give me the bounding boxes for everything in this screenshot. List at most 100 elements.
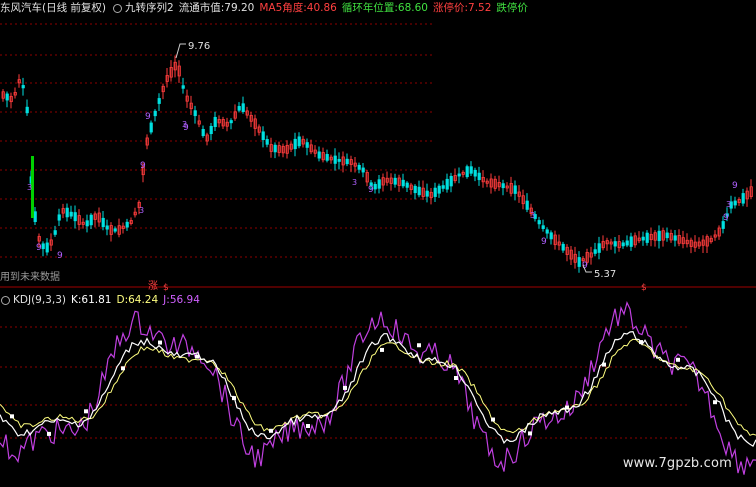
indicator-settings-icon[interactable]: [1, 295, 10, 305]
d-label: D:: [116, 294, 129, 306]
candle-body: [125, 221, 129, 228]
kdj-cross-dot: [491, 417, 495, 422]
d-value: 64.24: [128, 294, 159, 306]
count-label: 3: [530, 211, 535, 220]
low-price-label: 5.37: [594, 269, 616, 280]
kdj-header: KDJ(9,3,3) K: 61.81 D: 64.24 J: 56.94: [0, 292, 205, 308]
candle-body: [641, 236, 645, 241]
candle-body: [645, 232, 649, 243]
kdj-cross-dot: [676, 357, 680, 362]
candle-body: [345, 158, 349, 165]
kdj-cross-dot: [10, 414, 14, 419]
candle-body: [101, 217, 105, 228]
candle-body: [377, 179, 381, 189]
candle-body: [593, 249, 597, 254]
kdj-cross-dot: [121, 366, 125, 371]
candle-body: [437, 185, 441, 194]
candle-body: [317, 151, 321, 159]
chart-canvas[interactable]: 9999999999333333 9.76 5.37 涨 $ $: [0, 0, 756, 487]
count-label: 3: [182, 120, 187, 129]
candle-body: [69, 211, 73, 217]
high-marker-leader: [175, 43, 186, 59]
kdj-lines: [0, 300, 756, 475]
candle-body: [337, 158, 341, 162]
candle-body: [113, 228, 117, 232]
candle-body: [417, 186, 421, 196]
candle-body: [149, 122, 153, 133]
candle-body: [73, 212, 77, 222]
candle-body: [157, 98, 161, 104]
candle-body: [469, 166, 473, 174]
candle-body: [665, 232, 669, 239]
candle-body: [401, 179, 405, 187]
kdj-name[interactable]: KDJ(9,3,3): [13, 292, 66, 308]
candle-body: [237, 106, 241, 111]
candle-body: [465, 166, 469, 178]
candle-body: [265, 139, 269, 145]
candle-body: [473, 169, 477, 177]
candle-body: [673, 235, 677, 241]
candle-body: [613, 241, 617, 247]
candle-body: [741, 193, 745, 204]
candle-body: [357, 164, 361, 170]
candle-body: [25, 106, 29, 114]
candle-body: [5, 93, 9, 101]
nine-turn-label: 9: [140, 161, 146, 171]
candle-body: [513, 185, 517, 194]
candle-body: [561, 243, 565, 251]
candle-body: [537, 220, 541, 225]
count-label: 3: [27, 183, 32, 192]
candle-body: [89, 214, 93, 226]
candle-body: [85, 220, 89, 227]
candle-body: [441, 185, 445, 189]
candle-body: [525, 200, 529, 210]
candle-body: [41, 243, 45, 250]
nine-turn-label: 9: [541, 237, 547, 247]
kdj-cross-dot: [713, 400, 717, 405]
nine-turn-label: 9: [145, 112, 151, 122]
candle-body: [541, 225, 545, 229]
candle-body: [449, 175, 453, 187]
candle-body: [597, 243, 601, 253]
candle-body: [65, 207, 69, 218]
nine-turn-label: 9: [57, 251, 63, 261]
candle-body: [733, 200, 737, 206]
j-value: 56.94: [169, 294, 200, 306]
kdj-cross-dot: [565, 405, 569, 410]
candle-body: [53, 230, 57, 235]
kdj-cross-dot: [528, 431, 532, 436]
candle-body: [413, 185, 417, 194]
kdj-j-line: [0, 300, 756, 475]
kdj-cross-dot: [602, 362, 606, 367]
count-label: 3: [139, 206, 144, 215]
candle-body: [261, 131, 265, 141]
kdj-cross-dot: [84, 409, 88, 414]
candle-body: [425, 190, 429, 197]
candle-body: [477, 172, 481, 181]
kdj-cross-dot: [195, 354, 199, 359]
nine-turn-label: 9: [732, 181, 738, 191]
candle-body: [153, 110, 157, 117]
kdj-cross-dot: [232, 396, 236, 401]
nine-turn-label: 9: [36, 243, 42, 253]
candle-body: [273, 144, 277, 153]
watermark: www.7gpzb.com: [622, 456, 732, 471]
dollar-marker-2: $: [641, 283, 647, 293]
candlestick-series: [1, 55, 753, 273]
j-label: J:: [163, 294, 170, 306]
kdj-cross-dot: [454, 376, 458, 381]
candle-body: [577, 257, 581, 267]
candle-body: [57, 214, 61, 221]
candle-body: [297, 136, 301, 147]
candle-body: [325, 154, 329, 161]
candle-body: [209, 125, 213, 135]
chart-markers: 9.76 5.37 涨 $ $: [148, 41, 647, 293]
candle-body: [405, 182, 409, 188]
count-label: 3: [726, 200, 731, 209]
kdj-d-line: [0, 338, 756, 436]
candle-body: [181, 85, 185, 89]
k-label: K:: [70, 294, 82, 306]
candle-body: [193, 110, 197, 117]
candle-body: [105, 225, 109, 230]
candle-body: [621, 242, 625, 247]
